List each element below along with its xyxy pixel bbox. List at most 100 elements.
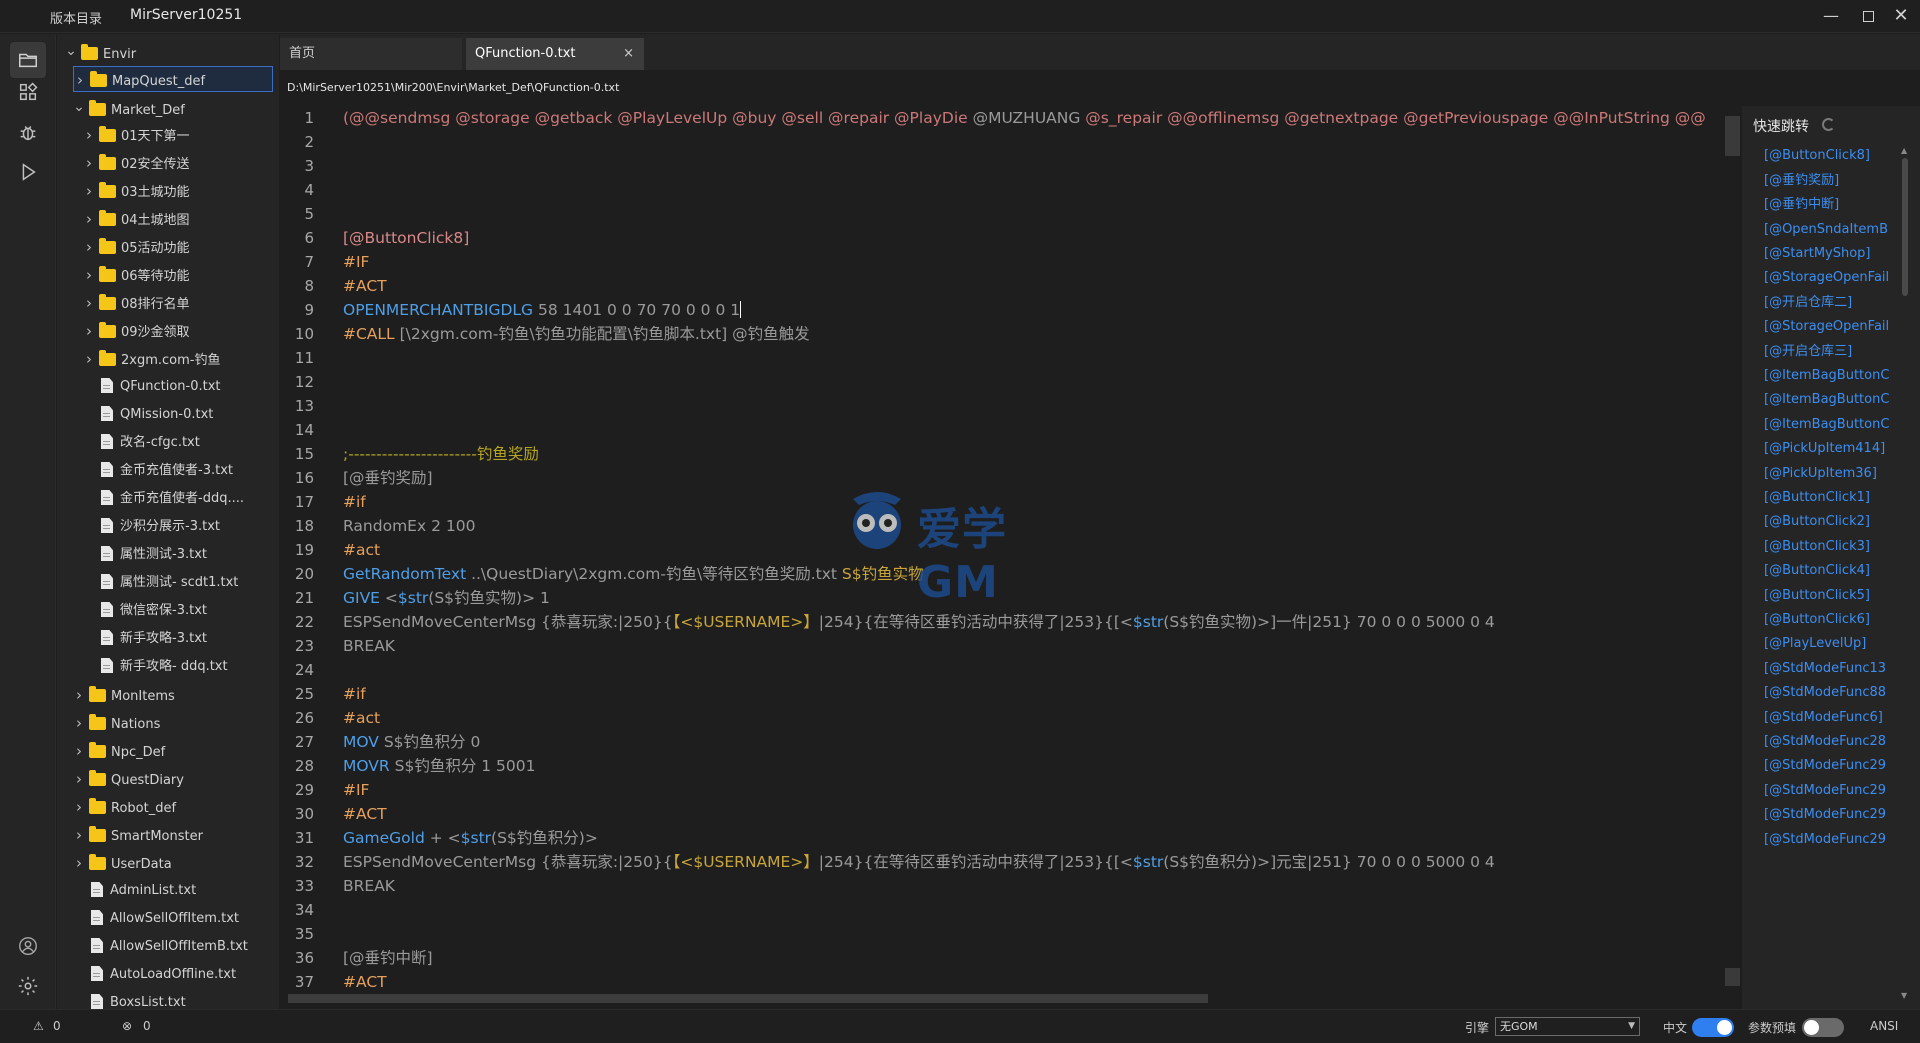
- tree-item[interactable]: › 04土城地图: [57, 206, 267, 232]
- chevron-right-icon[interactable]: ›: [83, 178, 95, 204]
- quick-jump-item[interactable]: [@StorageOpenFail: [1764, 266, 1890, 290]
- chevron-right-icon[interactable]: ›: [83, 290, 95, 316]
- quick-jump-item[interactable]: [@StdModeFunc13: [1764, 657, 1890, 681]
- param-prefill-toggle[interactable]: [1802, 1018, 1844, 1037]
- chevron-down-icon[interactable]: ⌄: [73, 94, 85, 120]
- tree-item[interactable]: › Nations: [57, 710, 267, 736]
- settings-icon[interactable]: [10, 968, 46, 1004]
- chevron-right-icon[interactable]: ›: [83, 346, 95, 372]
- chevron-right-icon[interactable]: ›: [83, 150, 95, 176]
- explorer-icon[interactable]: [10, 42, 46, 78]
- chevron-right-icon[interactable]: ›: [83, 206, 95, 232]
- tree-item[interactable]: 新手攻略- ddq.txt: [57, 654, 267, 680]
- quick-jump-scrollbar[interactable]: [1902, 158, 1908, 296]
- version-directory-menu[interactable]: 版本目录: [50, 8, 102, 27]
- tree-item[interactable]: 沙积分展示-3.txt: [57, 514, 267, 540]
- tree-item[interactable]: 金币充值使者-3.txt: [57, 458, 267, 484]
- quick-jump-item[interactable]: [@ButtonClick2]: [1764, 510, 1890, 534]
- extensions-icon[interactable]: [10, 74, 46, 110]
- chevron-right-icon[interactable]: ›: [83, 262, 95, 288]
- quick-jump-item[interactable]: [@ButtonClick4]: [1764, 559, 1890, 583]
- tree-item[interactable]: › QuestDiary: [57, 766, 267, 792]
- tree-item[interactable]: ⌄ Envir: [57, 38, 267, 64]
- tree-item[interactable]: › 2xgm.com-钓鱼: [57, 346, 267, 372]
- chevron-right-icon[interactable]: ›: [73, 682, 85, 708]
- tab-close-icon[interactable]: ×: [623, 38, 634, 70]
- quick-jump-item[interactable]: [@ItemBagButtonC: [1764, 413, 1890, 437]
- chevron-right-icon[interactable]: ›: [73, 822, 85, 848]
- quick-jump-item[interactable]: [@StdModeFunc88: [1764, 681, 1890, 705]
- tree-item[interactable]: BoxsList.txt: [57, 990, 267, 1009]
- quick-jump-item[interactable]: [@StdModeFunc29: [1764, 779, 1890, 803]
- tab-home[interactable]: 首页: [280, 38, 462, 70]
- tree-item[interactable]: QMission-0.txt: [57, 402, 267, 428]
- tree-item[interactable]: 金币充值使者-ddq....: [57, 486, 267, 512]
- quick-jump-item[interactable]: [@ButtonClick6]: [1764, 608, 1890, 632]
- quick-jump-item[interactable]: [@开启仓库三]: [1764, 340, 1890, 364]
- quick-jump-item[interactable]: [@StartMyShop]: [1764, 242, 1890, 266]
- editor-horizontal-scrollbar[interactable]: [280, 991, 1710, 1007]
- quick-jump-item[interactable]: [@垂钓奖励]: [1764, 169, 1890, 193]
- tree-item[interactable]: › 09沙金领取: [57, 318, 267, 344]
- editor-vertical-scrollbar[interactable]: [1723, 106, 1742, 991]
- tree-item[interactable]: AdminList.txt: [57, 878, 267, 904]
- quick-jump-item[interactable]: [@StorageOpenFail: [1764, 315, 1890, 339]
- quick-jump-item[interactable]: [@垂钓中断]: [1764, 193, 1890, 217]
- scroll-down-icon[interactable]: ▼: [1901, 991, 1907, 1000]
- tree-item[interactable]: AllowSellOffItem.txt: [57, 906, 267, 932]
- engine-select[interactable]: 无GOM ▼: [1495, 1017, 1640, 1036]
- chevron-right-icon[interactable]: ›: [73, 850, 85, 876]
- account-icon[interactable]: [10, 928, 46, 964]
- chevron-right-icon[interactable]: ›: [74, 67, 86, 93]
- quick-jump-item[interactable]: [@ButtonClick5]: [1764, 584, 1890, 608]
- chevron-right-icon[interactable]: ›: [73, 738, 85, 764]
- scroll-up-icon[interactable]: ▲: [1901, 146, 1907, 155]
- tree-item[interactable]: › 02安全传送: [57, 150, 267, 176]
- encoding-indicator[interactable]: ANSI: [1870, 1019, 1898, 1033]
- quick-jump-item[interactable]: [@PlayLevelUp]: [1764, 632, 1890, 656]
- quick-jump-item[interactable]: [@ItemBagButtonC: [1764, 388, 1890, 412]
- tree-item[interactable]: › UserData: [57, 850, 267, 876]
- quick-jump-item[interactable]: [@OpenSndaItemB: [1764, 218, 1890, 242]
- language-toggle[interactable]: [1692, 1018, 1734, 1037]
- tree-item[interactable]: › Npc_Def: [57, 738, 267, 764]
- maximize-button[interactable]: [1853, 5, 1883, 27]
- tree-item[interactable]: AutoLoadOffline.txt: [57, 962, 267, 988]
- tree-item[interactable]: 新手攻略-3.txt: [57, 626, 267, 652]
- tree-item[interactable]: › 03土城功能: [57, 178, 267, 204]
- chevron-down-icon[interactable]: ⌄: [65, 38, 77, 64]
- tree-item[interactable]: › SmartMonster: [57, 822, 267, 848]
- quick-jump-item[interactable]: [@PickUpItem36]: [1764, 462, 1890, 486]
- quick-jump-item[interactable]: [@开启仓库二]: [1764, 291, 1890, 315]
- refresh-icon[interactable]: [1822, 118, 1835, 131]
- tree-item[interactable]: AllowSellOffItemB.txt: [57, 934, 267, 960]
- chevron-right-icon[interactable]: ›: [83, 318, 95, 344]
- quick-jump-item[interactable]: [@StdModeFunc29: [1764, 803, 1890, 827]
- tab-qfunction[interactable]: QFunction-0.txt ×: [466, 38, 644, 70]
- tree-item[interactable]: 属性测试-3.txt: [57, 542, 267, 568]
- tree-item[interactable]: 微信密保-3.txt: [57, 598, 267, 624]
- tree-item[interactable]: 属性测试- scdt1.txt: [57, 570, 267, 596]
- chevron-right-icon[interactable]: ›: [83, 122, 95, 148]
- chevron-right-icon[interactable]: ›: [73, 794, 85, 820]
- run-icon[interactable]: [10, 154, 46, 190]
- quick-jump-item[interactable]: [@ItemBagButtonC: [1764, 364, 1890, 388]
- tree-item[interactable]: ⌄ Market_Def: [57, 94, 267, 120]
- tree-item[interactable]: › 06等待功能: [57, 262, 267, 288]
- quick-jump-item[interactable]: [@ButtonClick3]: [1764, 535, 1890, 559]
- quick-jump-item[interactable]: [@ButtonClick1]: [1764, 486, 1890, 510]
- close-window-button[interactable]: ✕: [1886, 5, 1916, 27]
- tree-item[interactable]: › MapQuest_def: [73, 66, 273, 92]
- quick-jump-item[interactable]: [@ButtonClick8]: [1764, 144, 1890, 168]
- tree-item[interactable]: 改名-cfgc.txt: [57, 430, 267, 456]
- chevron-right-icon[interactable]: ›: [83, 234, 95, 260]
- tree-item[interactable]: › MonItems: [57, 682, 267, 708]
- quick-jump-item[interactable]: [@StdModeFunc6]: [1764, 706, 1890, 730]
- quick-jump-item[interactable]: [@StdModeFunc29: [1764, 754, 1890, 778]
- tree-item[interactable]: QFunction-0.txt: [57, 374, 267, 400]
- quick-jump-item[interactable]: [@PickUpItem414]: [1764, 437, 1890, 461]
- quick-jump-item[interactable]: [@StdModeFunc28: [1764, 730, 1890, 754]
- debug-icon[interactable]: [10, 114, 46, 150]
- chevron-right-icon[interactable]: ›: [73, 710, 85, 736]
- quick-jump-item[interactable]: [@StdModeFunc29: [1764, 828, 1890, 852]
